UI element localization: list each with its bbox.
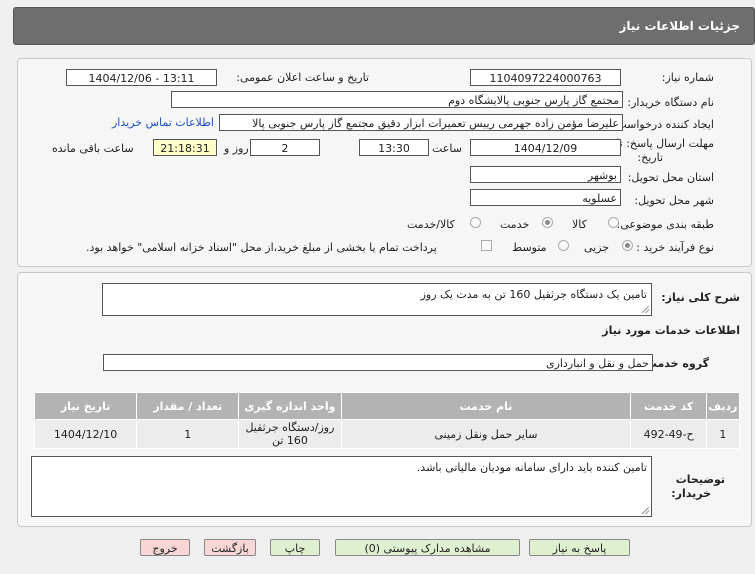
buyer-field[interactable]: مجتمع گاز پارس جنوبی پالایشگاه دوم [171,91,623,108]
cell-unit: روز/دستگاه جرثقیل 160 تن [238,419,342,449]
notes-textarea[interactable]: تامین کننده باید دارای سامانه مودیان مال… [31,456,652,517]
page-header: جزئیات اطلاعات نیاز [13,7,755,45]
days-remaining-field[interactable]: 2 [250,139,320,156]
creator-field[interactable]: علیرضا مؤمن زاده جهرمی رییس تعمیرات ابزا… [219,114,623,131]
time-remaining-field: 21:18:31 [153,139,217,156]
exit-button[interactable]: خروج [140,539,190,556]
creator-label: ایجاد کننده درخواست: [612,118,714,131]
need-number-field[interactable]: 1104097224000763 [470,69,621,86]
time-remaining-label: ساعت باقی مانده [52,142,134,155]
city-label: شهر محل تحویل: [634,194,714,207]
col-name-header: نام خدمت [340,392,632,420]
treasury-payment-note: پرداخت تمام یا بخشی از مبلغ خرید،از محل … [86,241,437,254]
cell-date: 1404/12/10 [33,419,138,449]
service-group-field[interactable]: حمل و نقل و انبارداری [103,354,653,371]
print-button[interactable]: چاپ [270,539,320,556]
category-goods-service-radio[interactable] [470,217,481,228]
cell-unit-line-1: روز/دستگاه جرثقیل [245,421,335,434]
category-goods-radio[interactable] [608,217,619,228]
deadline-label: مهلت ارسال پاسخ: تا [616,137,714,150]
purchase-minor-radio[interactable] [622,240,633,251]
purchase-medium-label: متوسط [512,241,547,254]
city-field[interactable]: عسلویه [470,189,621,206]
page-title: جزئیات اطلاعات نیاز [619,19,740,33]
col-qty-header: تعداد / مقدار [136,392,240,420]
province-label: استان محل تحویل: [627,171,714,184]
services-table: ردیف کد خدمت نام خدمت واحد اندازه گیری ت… [33,392,741,449]
treasury-payment-checkbox[interactable] [481,240,492,251]
deadline-date-label: تاریخ: [637,151,663,164]
view-attachments-button[interactable]: مشاهده مدارک پیوستی (0) [335,539,520,556]
deadline-time-label: ساعت [432,142,462,155]
category-service-label: خدمت [500,218,530,231]
cell-row: 1 [705,419,741,449]
table-row[interactable]: 1 ح-49-492 سایر حمل ونقل زمینی روز/دستگا… [33,419,741,449]
col-date-header: تاریخ نیاز [33,392,138,420]
col-row-header: ردیف [705,392,741,420]
description-textarea[interactable]: تامین یک دستگاه جرثقیل 160 تن به مدت یک … [102,283,652,316]
purchase-medium-radio[interactable] [558,240,569,251]
category-service-radio[interactable] [542,217,553,228]
purchase-type-label: نوع فرآیند خرید : [636,241,714,254]
description-text: تامین یک دستگاه جرثقیل 160 تن به مدت یک … [420,288,647,301]
days-label: روز و [224,142,249,155]
reply-button[interactable]: پاسخ به نیاز [529,539,630,556]
description-label: شرح کلی نیاز: [661,291,740,304]
col-unit-header: واحد اندازه گیری [238,392,342,420]
resize-handle-icon[interactable] [642,306,649,313]
notes-label-line-1: توضیحات [675,473,725,486]
purchase-minor-label: جزیی [584,241,610,254]
back-button[interactable]: بازگشت [204,539,256,556]
buyer-label: نام دستگاه خریدار: [627,96,714,109]
table-header-row: ردیف کد خدمت نام خدمت واحد اندازه گیری ت… [33,392,741,420]
services-heading: اطلاعات خدمات مورد نیاز [602,324,740,337]
resize-handle-icon[interactable] [642,507,649,514]
cell-unit-line-2: 160 تن [271,434,308,447]
province-field[interactable]: بوشهر [470,166,621,183]
col-code-header: کد خدمت [630,392,707,420]
notes-label-line-2: خریدار: [671,487,711,500]
announce-label: تاریخ و ساعت اعلان عمومی: [236,71,369,84]
need-number-label: شماره نیاز: [661,71,714,84]
category-goods-label: کالا [572,218,587,231]
deadline-date-field[interactable]: 1404/12/09 [470,139,621,156]
cell-code: ح-49-492 [630,419,707,449]
category-goods-service-label: کالا/خدمت [407,218,455,231]
buyer-contact-link[interactable]: اطلاعات تماس خریدار [112,116,214,129]
notes-text: تامین کننده باید دارای سامانه مودیان مال… [416,461,647,474]
deadline-time-field[interactable]: 13:30 [359,139,429,156]
announce-datetime-field[interactable]: 1404/12/06 - 13:11 [66,69,217,86]
cell-name: سایر حمل ونقل زمینی [340,419,632,449]
cell-qty: 1 [136,419,240,449]
category-label: طبقه بندی موضوعی: [616,218,714,231]
